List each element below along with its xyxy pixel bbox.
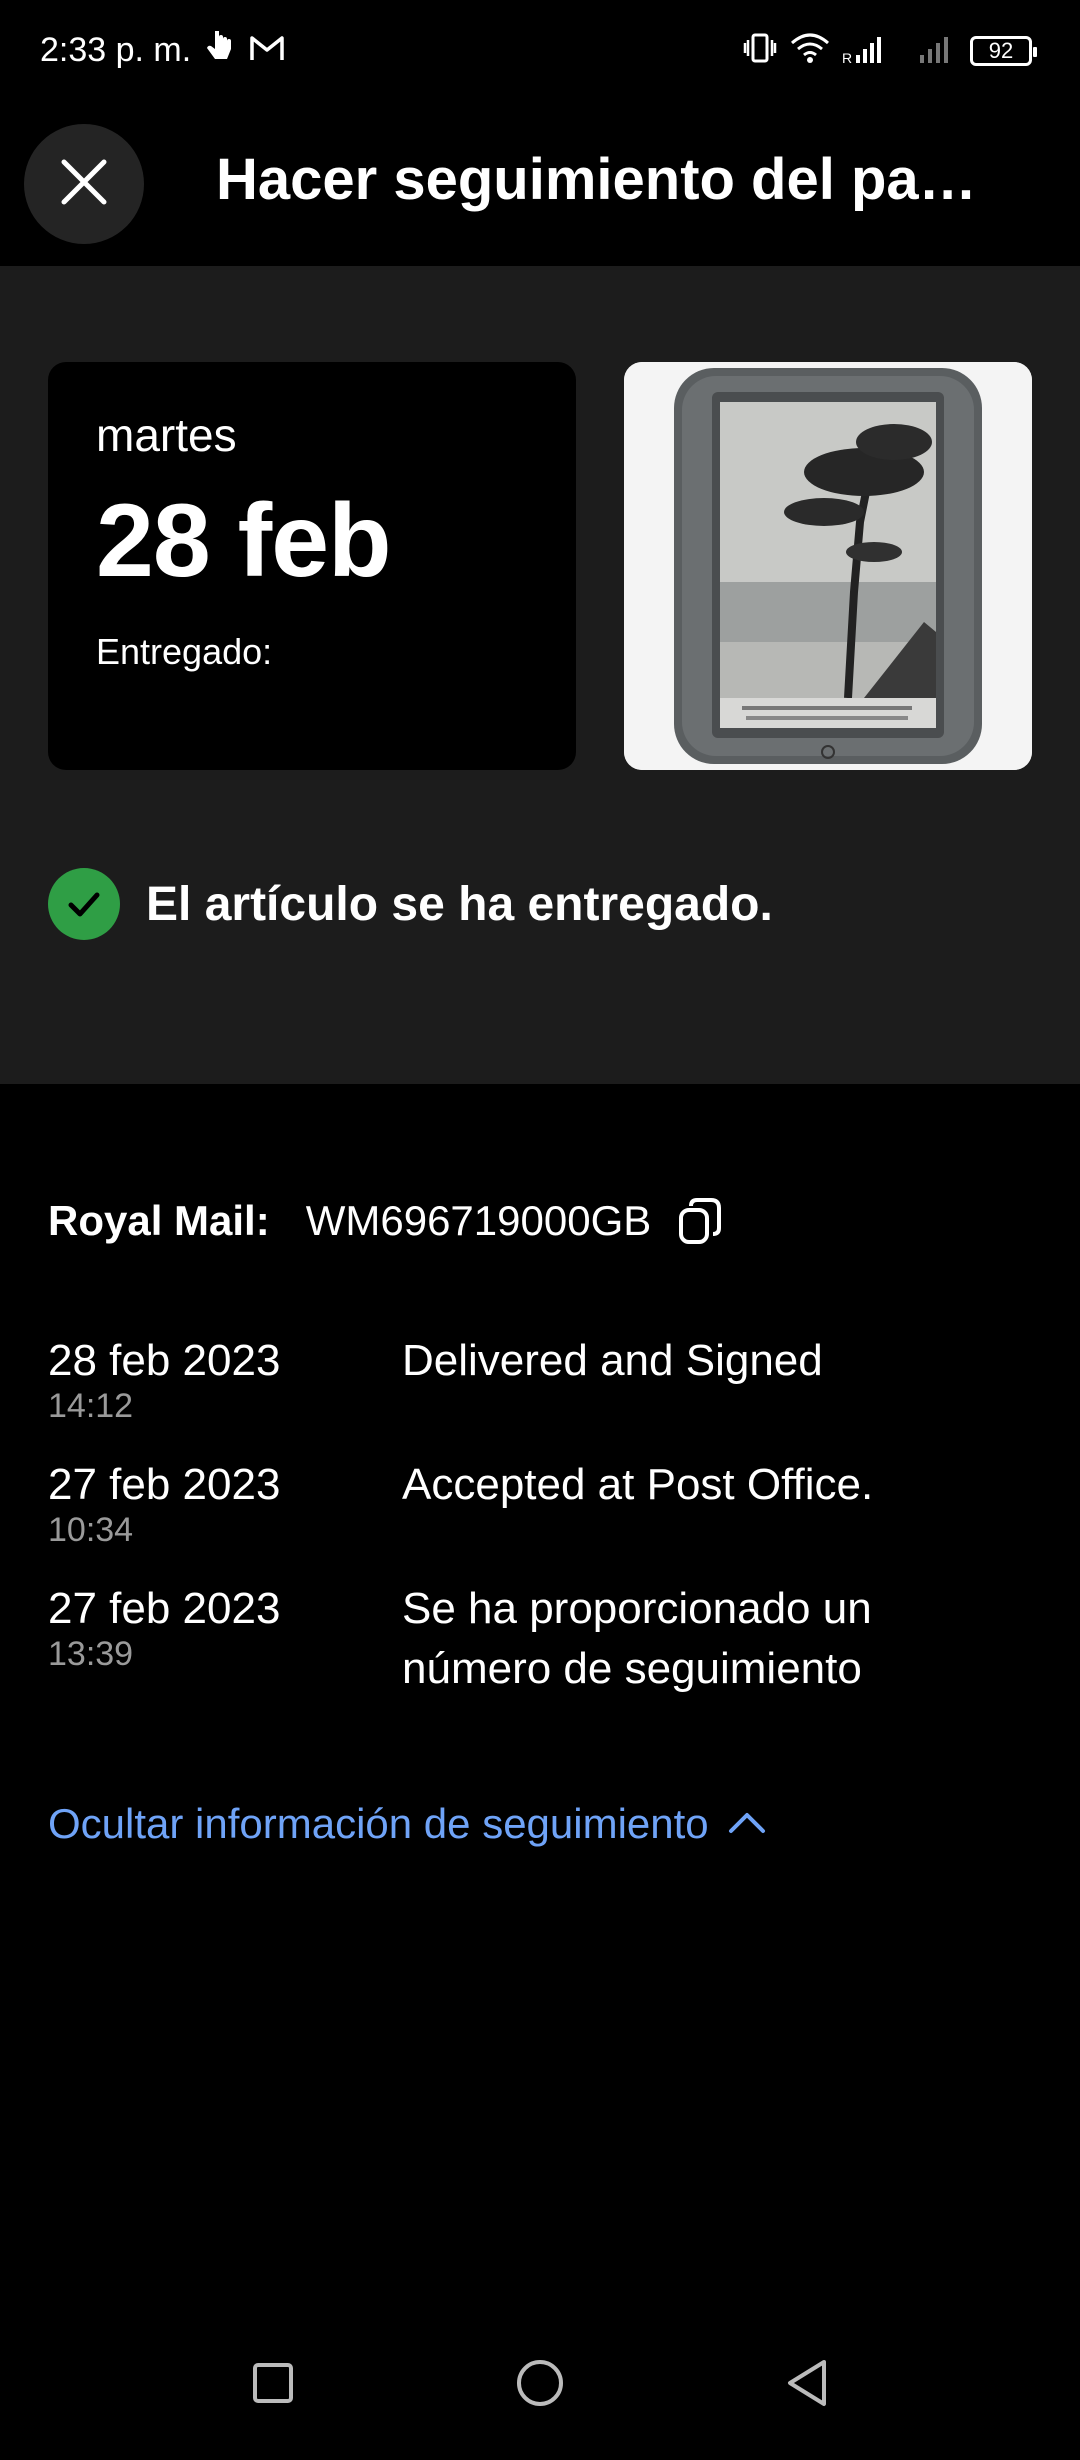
network-letter: R xyxy=(842,50,852,65)
event-date: 27 feb 2023 xyxy=(48,1460,281,1509)
delivery-weekday: martes xyxy=(96,409,237,461)
header: Hacer seguimiento del pa… xyxy=(0,100,1080,266)
home-button[interactable] xyxy=(510,2355,570,2415)
event-description: Delivered and Signed xyxy=(402,1336,823,1385)
carrier-label: Royal Mail: xyxy=(48,1197,270,1244)
delivery-date: 28 feb xyxy=(96,483,392,599)
vibrate-icon xyxy=(742,30,778,71)
status-right: R 92 xyxy=(742,30,1037,71)
system-nav-bar xyxy=(0,2310,1080,2460)
recent-apps-button[interactable] xyxy=(243,2355,303,2415)
tracking-events: 28 feb 2023 14:12 Delivered and Signed 2… xyxy=(48,1336,1048,1733)
hide-tracking-label: Ocultar información de seguimiento xyxy=(48,1800,709,1847)
event-when: 27 feb 2023 13:39 xyxy=(48,1584,402,1699)
check-circle-icon xyxy=(48,868,120,940)
status-time: 2:33 p. m. xyxy=(40,30,192,69)
carrier-row: Royal Mail: WM696719000GB xyxy=(48,1196,723,1246)
hand-gesture-icon xyxy=(205,28,235,70)
status-left: 2:33 p. m. xyxy=(40,28,285,70)
battery-indicator: 92 xyxy=(970,35,1037,66)
event-date: 28 feb 2023 xyxy=(48,1336,281,1385)
close-button[interactable] xyxy=(24,124,144,244)
ereader-illustration xyxy=(624,362,1032,770)
event-time: 14:12 xyxy=(48,1387,134,1425)
page-title: Hacer seguimiento del pa… xyxy=(216,147,977,212)
delivery-summary: martes 28 feb Entregado: El artículo se … xyxy=(0,266,1080,1084)
event-date: 27 feb 2023 xyxy=(48,1584,281,1633)
delivery-status-label: Entregado: xyxy=(96,631,273,672)
chevron-up-icon xyxy=(727,1809,767,1840)
event-time: 10:34 xyxy=(48,1511,134,1549)
event-when: 27 feb 2023 10:34 xyxy=(48,1460,402,1550)
tracking-event: 27 feb 2023 10:34 Accepted at Post Offic… xyxy=(48,1460,1048,1550)
event-description: Accepted at Post Office. xyxy=(402,1460,874,1509)
signal-icon: R xyxy=(842,31,906,70)
copy-icon[interactable] xyxy=(677,1196,723,1246)
event-description: Se ha proporcionado un número de seguimi… xyxy=(402,1584,872,1693)
tracking-number: WM696719000GB xyxy=(305,1197,652,1244)
signal-icon-2 xyxy=(918,31,958,70)
event-time: 13:39 xyxy=(48,1635,134,1673)
status-bar: 2:33 p. m. R 92 xyxy=(0,0,1080,100)
delivery-date-card: martes 28 feb Entregado: xyxy=(48,362,576,770)
circle-icon xyxy=(515,2358,565,2413)
tracking-event: 28 feb 2023 14:12 Delivered and Signed xyxy=(48,1336,1048,1426)
tracking-event: 27 feb 2023 13:39 Se ha proporcionado un… xyxy=(48,1584,1048,1699)
triangle-back-icon xyxy=(784,2358,830,2413)
back-button[interactable] xyxy=(777,2355,837,2415)
delivered-message: El artículo se ha entregado. xyxy=(146,877,773,931)
square-icon xyxy=(251,2361,295,2410)
product-image[interactable] xyxy=(624,362,1032,770)
wifi-icon xyxy=(790,31,830,70)
close-icon xyxy=(58,156,110,213)
hide-tracking-link[interactable]: Ocultar información de seguimiento xyxy=(48,1800,767,1848)
gmail-icon xyxy=(249,34,285,67)
delivered-status-row: El artículo se ha entregado. xyxy=(48,868,773,940)
event-when: 28 feb 2023 14:12 xyxy=(48,1336,402,1426)
